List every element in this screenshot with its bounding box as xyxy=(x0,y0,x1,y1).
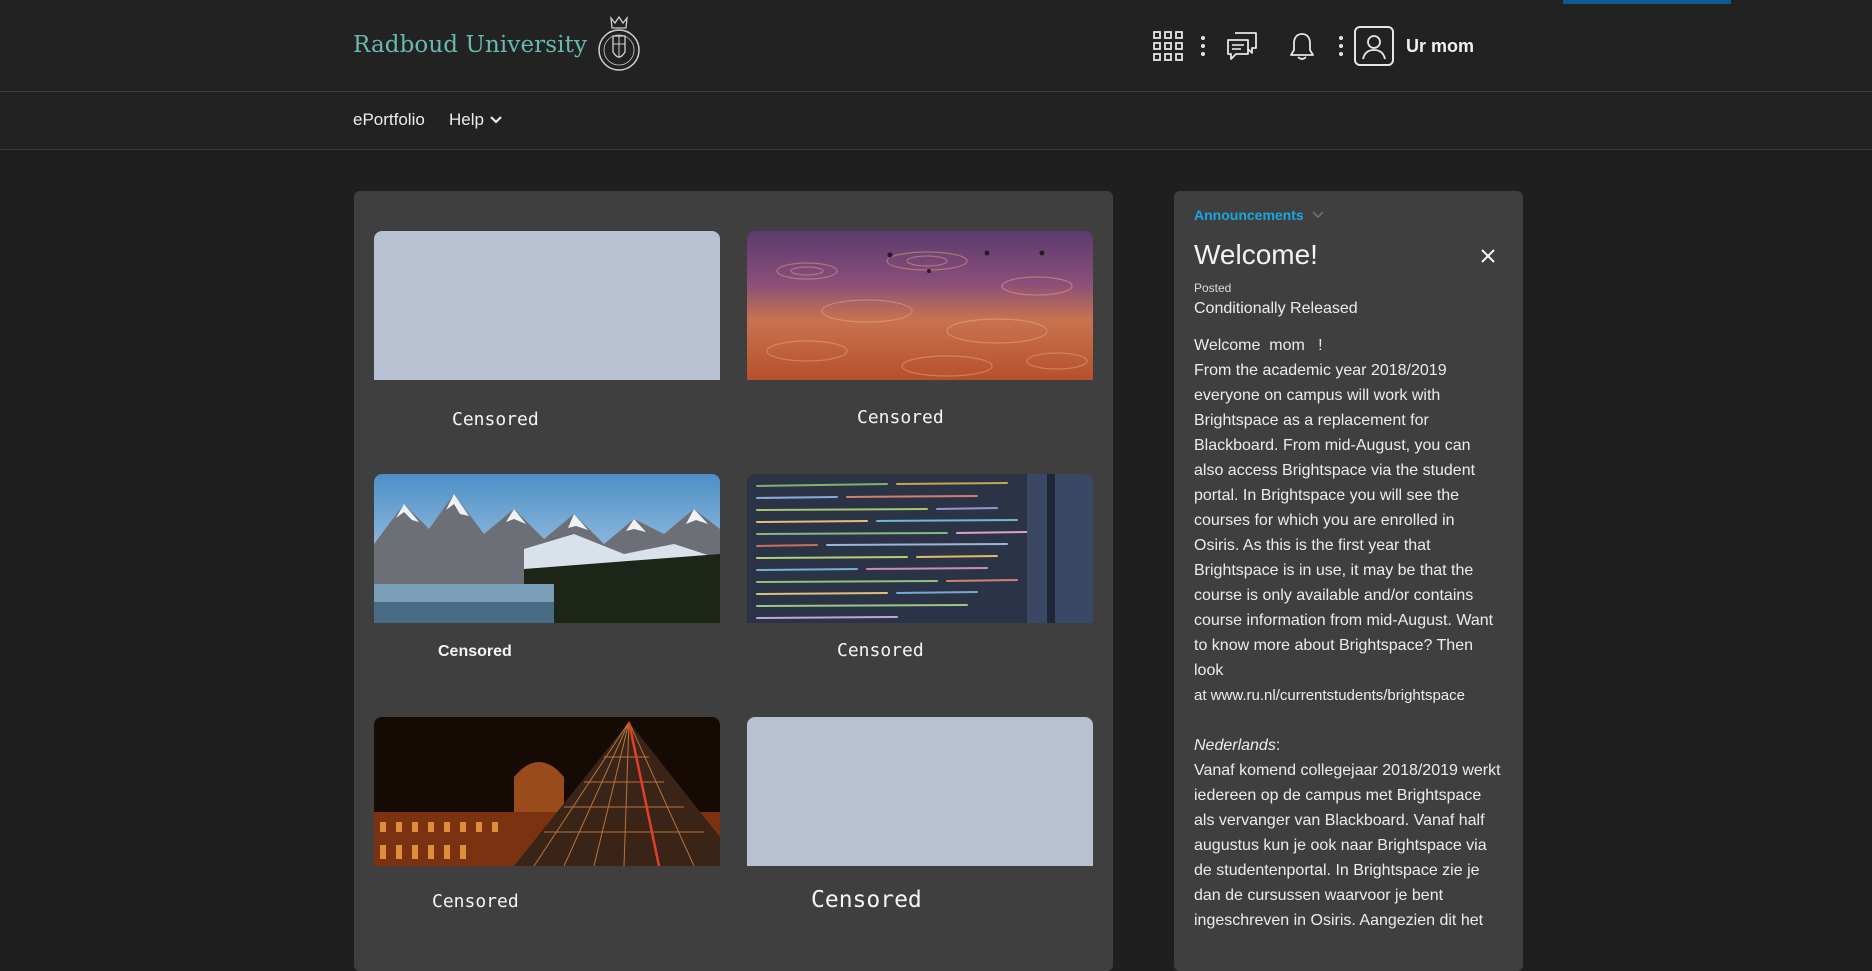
course-title[interactable]: Censored xyxy=(432,891,519,912)
release-status: Conditionally Released xyxy=(1194,300,1358,317)
course-image-mountain-lake xyxy=(374,474,720,623)
nav-item-help-label: Help xyxy=(449,110,484,129)
course-card[interactable] xyxy=(374,717,720,866)
course-title[interactable]: Censored xyxy=(837,640,924,661)
accent-strip xyxy=(1563,0,1731,4)
announcement-body: Welcome mom ! From the academic year 201… xyxy=(1194,333,1504,933)
announcement-dutch-text: Vanaf komend collegejaar 2018/2019 werkt… xyxy=(1194,762,1501,929)
announcement-title[interactable]: Welcome! xyxy=(1194,239,1318,271)
university-seal-icon xyxy=(598,15,640,71)
nav-item-eportfolio[interactable]: ePortfolio xyxy=(353,110,425,130)
course-card[interactable] xyxy=(747,231,1093,380)
notification-bell-icon[interactable] xyxy=(1282,26,1322,66)
apps-grid-icon[interactable] xyxy=(1148,26,1188,66)
chevron-down-icon xyxy=(1312,211,1324,219)
course-image-placeholder xyxy=(374,231,720,380)
course-card[interactable] xyxy=(747,474,1093,623)
nav-bar: ePortfolio Help xyxy=(0,92,1872,150)
chevron-down-icon xyxy=(490,116,502,124)
dutch-heading-line: Nederlands: xyxy=(1194,737,1281,754)
message-alerts-icon[interactable] xyxy=(1222,26,1262,66)
announcements-label: Announcements xyxy=(1194,207,1304,223)
course-image-placeholder xyxy=(747,717,1093,866)
course-title[interactable]: Censored xyxy=(857,407,944,428)
user-name: Ur mom xyxy=(1406,35,1475,56)
posted-label: Posted xyxy=(1194,281,1232,295)
close-icon[interactable] xyxy=(1476,244,1500,268)
user-menu[interactable]: Ur mom xyxy=(1354,26,1474,66)
dutch-heading: Nederlands xyxy=(1194,737,1276,754)
course-title[interactable]: Censored xyxy=(811,887,922,913)
announcement-english-text: From the academic year 2018/2019 everyon… xyxy=(1194,362,1494,679)
announcements-menu[interactable]: Announcements xyxy=(1194,207,1324,223)
course-card[interactable] xyxy=(374,231,720,380)
announcement-greeting: Welcome mom ! xyxy=(1194,337,1323,354)
my-courses-panel: Censored Censored Censored Censored Cens… xyxy=(354,191,1113,971)
user-avatar-icon xyxy=(1354,26,1394,66)
course-card[interactable] xyxy=(374,474,720,623)
more-vertical-icon[interactable] xyxy=(1334,26,1348,66)
top-bar: Radboud University Ur mom xyxy=(0,0,1872,92)
course-title[interactable]: Censored xyxy=(452,409,539,430)
announcements-widget: Announcements Welcome! Posted Conditiona… xyxy=(1174,191,1523,971)
more-vertical-icon[interactable] xyxy=(1196,26,1210,66)
nav-item-help[interactable]: Help xyxy=(449,110,502,130)
course-card[interactable] xyxy=(747,717,1093,866)
course-image-code-screen xyxy=(747,474,1093,623)
header-actions: Ur mom xyxy=(1148,18,1474,74)
university-name: Radboud University xyxy=(353,32,588,58)
course-image-water-ripples xyxy=(747,231,1093,380)
course-image-louvre-pyramid xyxy=(374,717,720,866)
university-logo[interactable]: Radboud University xyxy=(353,14,643,76)
course-title[interactable]: Censored xyxy=(438,643,512,661)
announcement-link[interactable]: at www.ru.nl/currentstudents/brightspace xyxy=(1194,683,1504,708)
